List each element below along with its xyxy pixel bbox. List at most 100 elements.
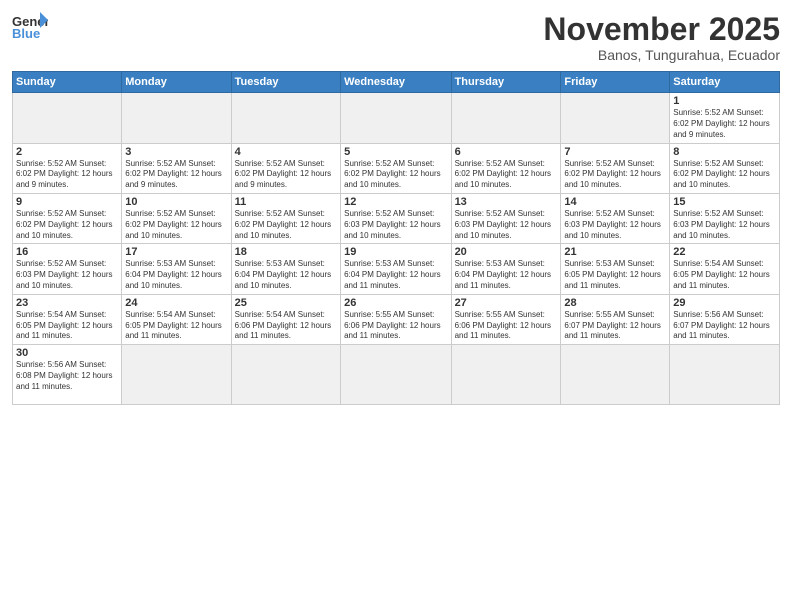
day-number: 12 — [344, 196, 447, 208]
day-number: 15 — [673, 196, 776, 208]
day-number: 29 — [673, 297, 776, 309]
day-info: Sunrise: 5:52 AM Sunset: 6:03 PM Dayligh… — [344, 209, 447, 241]
day-info: Sunrise: 5:52 AM Sunset: 6:03 PM Dayligh… — [673, 209, 776, 241]
col-sunday: Sunday — [13, 72, 122, 93]
day-info: Sunrise: 5:52 AM Sunset: 6:02 PM Dayligh… — [235, 159, 337, 191]
day-info: Sunrise: 5:52 AM Sunset: 6:02 PM Dayligh… — [673, 108, 776, 140]
table-row: 6Sunrise: 5:52 AM Sunset: 6:02 PM Daylig… — [451, 143, 561, 193]
day-info: Sunrise: 5:53 AM Sunset: 6:04 PM Dayligh… — [125, 259, 227, 291]
table-row: 21Sunrise: 5:53 AM Sunset: 6:05 PM Dayli… — [561, 244, 670, 294]
day-number: 22 — [673, 246, 776, 258]
table-row: 29Sunrise: 5:56 AM Sunset: 6:07 PM Dayli… — [670, 294, 780, 344]
day-info: Sunrise: 5:52 AM Sunset: 6:02 PM Dayligh… — [455, 159, 558, 191]
header-row: Sunday Monday Tuesday Wednesday Thursday… — [13, 72, 780, 93]
table-row: 12Sunrise: 5:52 AM Sunset: 6:03 PM Dayli… — [341, 193, 451, 243]
day-info: Sunrise: 5:52 AM Sunset: 6:02 PM Dayligh… — [564, 159, 666, 191]
day-number: 6 — [455, 146, 558, 158]
day-number: 2 — [16, 146, 118, 158]
table-row: 14Sunrise: 5:52 AM Sunset: 6:03 PM Dayli… — [561, 193, 670, 243]
table-row — [561, 93, 670, 143]
col-friday: Friday — [561, 72, 670, 93]
day-number: 16 — [16, 246, 118, 258]
day-info: Sunrise: 5:55 AM Sunset: 6:07 PM Dayligh… — [564, 310, 666, 342]
table-row: 17Sunrise: 5:53 AM Sunset: 6:04 PM Dayli… — [122, 244, 231, 294]
table-row: 19Sunrise: 5:53 AM Sunset: 6:04 PM Dayli… — [341, 244, 451, 294]
day-info: Sunrise: 5:52 AM Sunset: 6:02 PM Dayligh… — [673, 159, 776, 191]
table-row — [13, 93, 122, 143]
table-row: 16Sunrise: 5:52 AM Sunset: 6:03 PM Dayli… — [13, 244, 122, 294]
day-number: 24 — [125, 297, 227, 309]
day-info: Sunrise: 5:53 AM Sunset: 6:04 PM Dayligh… — [455, 259, 558, 291]
table-row: 30Sunrise: 5:56 AM Sunset: 6:08 PM Dayli… — [13, 345, 122, 405]
calendar-week-row: 23 Sunrise: 5:54 AM Sunset: 6:05 PM Dayli… — [13, 294, 780, 344]
day-number: 9 — [16, 196, 118, 208]
table-row: 4Sunrise: 5:52 AM Sunset: 6:02 PM Daylig… — [231, 143, 340, 193]
table-row — [231, 345, 340, 405]
table-row: 5Sunrise: 5:52 AM Sunset: 6:02 PM Daylig… — [341, 143, 451, 193]
day-info: Sunrise: 5:53 AM Sunset: 6:04 PM Dayligh… — [235, 259, 337, 291]
svg-text:Blue: Blue — [12, 26, 40, 40]
calendar-week-row: 2Sunrise: 5:52 AM Sunset: 6:02 PM Daylig… — [13, 143, 780, 193]
day-number: 10 — [125, 196, 227, 208]
header: General Blue November 2025 Banos, Tungur… — [12, 12, 780, 63]
table-row: 8Sunrise: 5:52 AM Sunset: 6:02 PM Daylig… — [670, 143, 780, 193]
day-number: 23 — [16, 297, 118, 309]
day-number: 7 — [564, 146, 666, 158]
col-wednesday: Wednesday — [341, 72, 451, 93]
subtitle: Banos, Tungurahua, Ecuador — [543, 47, 780, 63]
table-row: 18Sunrise: 5:53 AM Sunset: 6:04 PM Dayli… — [231, 244, 340, 294]
table-row: 3Sunrise: 5:52 AM Sunset: 6:02 PM Daylig… — [122, 143, 231, 193]
table-row — [451, 93, 561, 143]
day-number: 11 — [235, 196, 337, 208]
day-number: 8 — [673, 146, 776, 158]
day-info: Sunrise: 5:52 AM Sunset: 6:03 PM Dayligh… — [564, 209, 666, 241]
table-row: 13Sunrise: 5:52 AM Sunset: 6:03 PM Dayli… — [451, 193, 561, 243]
day-number: 18 — [235, 246, 337, 258]
calendar-week-row: 1Sunrise: 5:52 AM Sunset: 6:02 PM Daylig… — [13, 93, 780, 143]
page: General Blue November 2025 Banos, Tungur… — [0, 0, 792, 612]
day-info: Sunrise: 5:52 AM Sunset: 6:03 PM Dayligh… — [16, 259, 118, 291]
day-info: Sunrise: 5:52 AM Sunset: 6:02 PM Dayligh… — [125, 159, 227, 191]
day-number: 27 — [455, 297, 558, 309]
day-info: Sunrise: 5:54 AM Sunset: 6:06 PM Dayligh… — [235, 310, 337, 342]
day-info: Sunrise: 5:52 AM Sunset: 6:02 PM Dayligh… — [235, 209, 337, 241]
day-number: 21 — [564, 246, 666, 258]
col-monday: Monday — [122, 72, 231, 93]
month-title: November 2025 — [543, 12, 780, 47]
logo-icon: General Blue — [12, 12, 48, 40]
day-number: 19 — [344, 246, 447, 258]
calendar-week-row: 9 Sunrise: 5:52 AM Sunset: 6:02 PM Daylig… — [13, 193, 780, 243]
day-number: 13 — [455, 196, 558, 208]
table-row: 15Sunrise: 5:52 AM Sunset: 6:03 PM Dayli… — [670, 193, 780, 243]
table-row: 26Sunrise: 5:55 AM Sunset: 6:06 PM Dayli… — [341, 294, 451, 344]
table-row: 24Sunrise: 5:54 AM Sunset: 6:05 PM Dayli… — [122, 294, 231, 344]
table-row: 22Sunrise: 5:54 AM Sunset: 6:05 PM Dayli… — [670, 244, 780, 294]
col-thursday: Thursday — [451, 72, 561, 93]
table-row — [231, 93, 340, 143]
table-row: 28Sunrise: 5:55 AM Sunset: 6:07 PM Dayli… — [561, 294, 670, 344]
day-number: 17 — [125, 246, 227, 258]
day-info: Sunrise: 5:52 AM Sunset: 6:02 PM Dayligh… — [125, 209, 227, 241]
day-number: 3 — [125, 146, 227, 158]
day-info: Sunrise: 5:52 AM Sunset: 6:02 PM Dayligh… — [16, 159, 118, 191]
table-row — [561, 345, 670, 405]
table-row — [670, 345, 780, 405]
table-row: 1Sunrise: 5:52 AM Sunset: 6:02 PM Daylig… — [670, 93, 780, 143]
table-row — [122, 345, 231, 405]
day-number: 1 — [673, 95, 776, 107]
day-number: 20 — [455, 246, 558, 258]
day-number: 28 — [564, 297, 666, 309]
day-info: Sunrise: 5:55 AM Sunset: 6:06 PM Dayligh… — [344, 310, 447, 342]
table-row — [341, 345, 451, 405]
calendar-week-row: 30Sunrise: 5:56 AM Sunset: 6:08 PM Dayli… — [13, 345, 780, 405]
day-info: Sunrise: 5:52 AM Sunset: 6:02 PM Dayligh… — [344, 159, 447, 191]
table-row: 9Sunrise: 5:52 AM Sunset: 6:02 PM Daylig… — [13, 193, 122, 243]
day-number: 30 — [16, 347, 118, 359]
day-info: Sunrise: 5:54 AM Sunset: 6:05 PM Dayligh… — [125, 310, 227, 342]
day-number: 14 — [564, 196, 666, 208]
table-row — [341, 93, 451, 143]
calendar-week-row: 16Sunrise: 5:52 AM Sunset: 6:03 PM Dayli… — [13, 244, 780, 294]
table-row — [122, 93, 231, 143]
day-number: 26 — [344, 297, 447, 309]
title-area: November 2025 Banos, Tungurahua, Ecuador — [543, 12, 780, 63]
